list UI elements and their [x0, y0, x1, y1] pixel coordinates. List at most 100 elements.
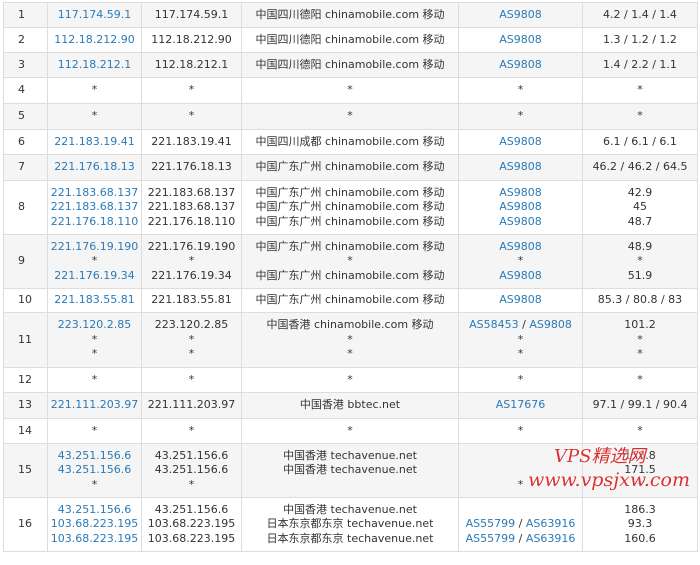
asn-link[interactable]: AS55799 [466, 517, 516, 530]
asn-link[interactable]: AS9808 [499, 58, 542, 71]
hop-latency-cell: 4.2 / 1.4 / 1.4 [582, 2, 698, 28]
hop-latency: 158.8 [624, 448, 656, 462]
hop-row: 10 221.183.55.81 221.183.55.81 中国广东广州 china… [3, 288, 698, 313]
hop-latency: 42.9 [627, 185, 653, 199]
hop-host[interactable]: 221.176.18.13 [49, 160, 141, 175]
hop-location: * [347, 372, 353, 386]
asn-link[interactable]: AS63916 [526, 532, 576, 545]
asn-line [460, 449, 582, 464]
hop-location: 中国四川德阳 chinamobile.com 移动 [255, 57, 445, 71]
asn-line: AS9808 [460, 200, 582, 215]
hop-host[interactable]: 221.183.68.137 [49, 186, 141, 201]
hop-host[interactable]: 103.68.223.195 [49, 532, 141, 547]
asn-separator: / [515, 531, 526, 545]
hop-location: * [347, 423, 353, 437]
asn-link[interactable]: AS9808 [499, 186, 542, 199]
hop-ip: 43.251.156.6 [154, 502, 229, 516]
hop-ip: * [188, 332, 195, 346]
hop-host-cell: * [47, 418, 142, 444]
hop-ip: 112.18.212.90 [151, 32, 232, 46]
hop-ip: * [188, 109, 195, 123]
hop-host[interactable]: 221.176.19.34 [49, 269, 141, 284]
hop-host[interactable]: 103.68.223.195 [49, 517, 141, 532]
hop-ip-cell: 112.18.212.1 [141, 52, 242, 78]
hop-ip: 103.68.223.195 [147, 531, 236, 545]
asn-link[interactable]: AS9808 [499, 240, 542, 253]
hop-location: 中国香港 techavenue.net [283, 502, 417, 516]
asn-link[interactable]: AS9808 [499, 160, 542, 173]
hop-host-cell: 221.183.68.137 221.183.68.137 221.176.18.1… [47, 180, 142, 235]
asn-link[interactable]: AS9808 [499, 135, 542, 148]
asn-link[interactable]: AS9808 [499, 200, 542, 213]
hop-host[interactable]: 221.111.203.97 [49, 398, 141, 413]
hop-host[interactable]: 223.120.2.85 [49, 318, 141, 333]
asn-link[interactable]: AS9808 [499, 33, 542, 46]
hop-location: * [347, 332, 353, 346]
hop-host[interactable]: 117.174.59.1 [49, 8, 141, 23]
hop-latency: 1.4 / 2.2 / 1.1 [603, 57, 677, 71]
hop-latency: 171.5 [624, 463, 656, 477]
hop-ip-cell: * [141, 77, 242, 104]
hop-host-cell: 221.183.19.41 [47, 129, 142, 155]
hop-location-cell: 中国四川成都 chinamobile.com 移动 [241, 129, 459, 155]
asn-line: AS9808 [460, 215, 582, 230]
hop-location-cell: 中国广东广州 chinamobile.com 移动 * 中国广东广州 chinamo… [241, 234, 459, 289]
asn-line: AS9808 [460, 58, 582, 73]
hop-location: 中国四川德阳 chinamobile.com 移动 [255, 32, 445, 46]
hop-host[interactable]: 221.176.18.110 [49, 215, 141, 230]
hop-location-cell: * [241, 103, 459, 130]
asn-line: AS9808 [460, 186, 582, 201]
hop-host[interactable]: 43.251.156.6 [49, 503, 141, 518]
hop-latency: 6.1 / 6.1 / 6.1 [603, 134, 677, 148]
hop-location-cell: 中国广东广州 chinamobile.com 移动 [241, 154, 459, 181]
asn-line: AS9808 [460, 160, 582, 175]
hop-ip: 221.183.55.81 [151, 293, 232, 307]
asn-link[interactable]: AS63916 [526, 517, 576, 530]
asn-link[interactable]: AS9808 [499, 8, 542, 21]
hop-location-cell: 中国香港 chinamobile.com 移动 * * [241, 312, 459, 368]
hop-asn-cell: * [458, 443, 583, 498]
hop-latency-cell: 42.9 45 48.7 [582, 180, 698, 235]
hop-host[interactable]: 221.183.19.41 [49, 135, 141, 150]
hop-number: 2 [3, 27, 48, 53]
hop-ip-cell: 221.183.55.81 [141, 288, 242, 313]
asn-link[interactable]: AS9808 [499, 215, 542, 228]
hop-host[interactable]: 221.183.68.137 [49, 200, 141, 215]
hop-latency: * [637, 109, 643, 123]
asn-link[interactable]: AS9808 [529, 318, 572, 331]
hop-location [243, 478, 458, 493]
hop-host[interactable]: 112.18.212.1 [49, 58, 141, 73]
asn-placeholder: * [517, 347, 524, 361]
hop-host[interactable]: 112.18.212.90 [49, 33, 141, 48]
hop-host[interactable]: 43.251.156.6 [49, 463, 141, 478]
hop-ip-cell: 117.174.59.1 [141, 2, 242, 28]
hop-number: 13 [3, 392, 48, 419]
hop-ip: 221.183.68.137 [147, 200, 236, 214]
hop-host-cell: 112.18.212.90 [47, 27, 142, 53]
hop-ip-cell: 43.251.156.6 103.68.223.195 103.68.223.195 [141, 497, 242, 552]
hop-asn-cell: AS9808 [458, 27, 583, 53]
hop-location-cell: 中国四川德阳 chinamobile.com 移动 [241, 27, 459, 53]
hop-latency: * [637, 347, 643, 361]
hop-latency-cell: * [582, 367, 698, 393]
asn-link[interactable]: AS58453 [469, 318, 519, 331]
asn-link[interactable]: AS17676 [496, 398, 546, 411]
asn-line: * [460, 254, 582, 269]
asn-placeholder: * [517, 423, 524, 437]
hop-number: 9 [3, 234, 48, 289]
hop-latency-cell: 186.3 93.3 160.6 [582, 497, 698, 552]
hop-host-cell: 43.251.156.6 43.251.156.6 * [47, 443, 142, 498]
hop-host[interactable]: 221.183.55.81 [49, 293, 141, 308]
asn-link[interactable]: AS55799 [466, 532, 516, 545]
asn-link[interactable]: AS9808 [499, 293, 542, 306]
hop-ip: 221.176.19.190 [147, 239, 236, 253]
hop-number: 10 [3, 288, 48, 313]
hop-host[interactable]: 43.251.156.6 [49, 449, 141, 464]
hop-number: 12 [3, 367, 48, 393]
hop-number: 15 [3, 443, 48, 498]
asn-link[interactable]: AS9808 [499, 269, 542, 282]
hop-row: 12 * * * * * [3, 367, 698, 393]
hop-location-cell: * [241, 77, 459, 104]
hop-ip: 221.183.19.41 [151, 134, 232, 148]
hop-host[interactable]: 221.176.19.190 [49, 240, 141, 255]
